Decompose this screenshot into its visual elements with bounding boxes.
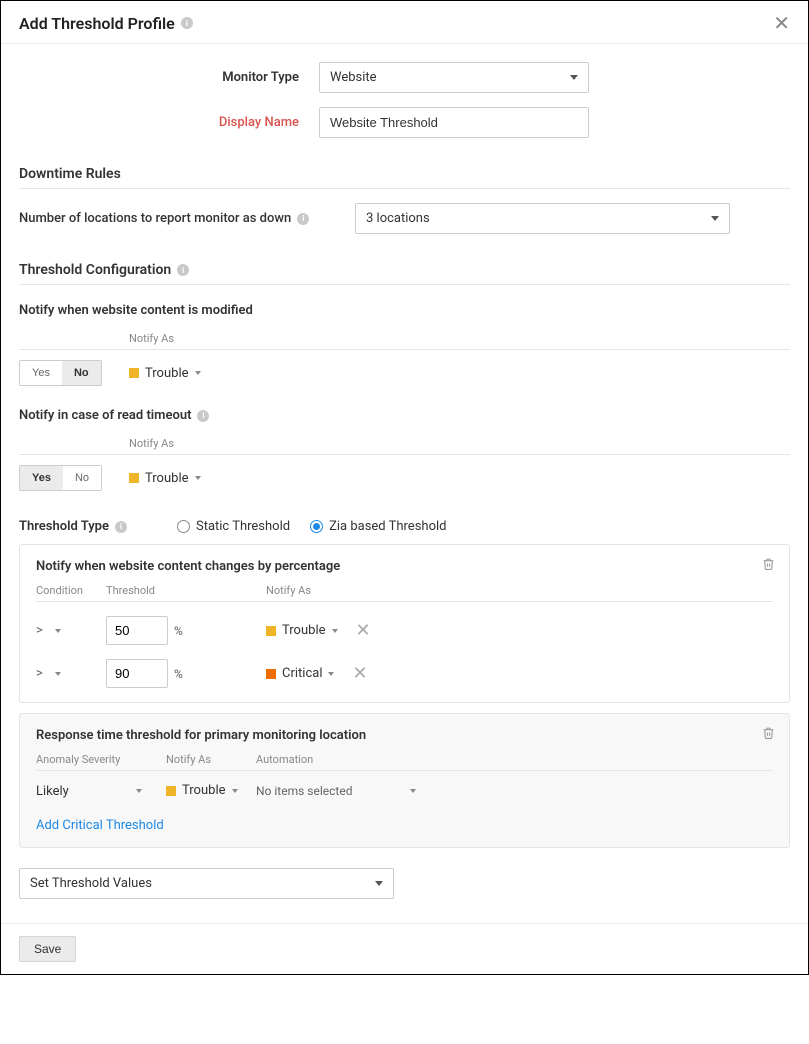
chevron-down-icon (195, 476, 201, 480)
automation-value: No items selected (256, 784, 352, 798)
chevron-down-icon (195, 371, 201, 375)
chevron-down-icon (332, 629, 338, 633)
unit-label: % (174, 667, 183, 681)
chevron-down-icon[interactable] (55, 672, 61, 676)
content-modified-notify-as[interactable]: Trouble (129, 366, 201, 381)
condition-header: Condition (36, 584, 106, 597)
zia-threshold-label: Zia based Threshold (329, 519, 446, 534)
content-modified-no[interactable]: No (62, 361, 101, 385)
info-icon[interactable]: i (181, 17, 193, 29)
monitor-type-value: Website (330, 70, 377, 85)
anomaly-severity-value: Likely (36, 784, 69, 799)
read-timeout-notify-as[interactable]: Trouble (129, 471, 201, 486)
content-modified-yes[interactable]: Yes (20, 361, 62, 385)
display-name-label: Display Name (19, 115, 319, 130)
threshold-value-input[interactable] (106, 659, 168, 688)
locations-down-label: Number of locations to report monitor as… (19, 211, 291, 226)
info-icon[interactable]: i (115, 521, 127, 533)
chevron-down-icon (328, 672, 334, 676)
monitor-type-label: Monitor Type (19, 70, 319, 85)
chevron-down-icon (375, 881, 383, 886)
remove-icon[interactable]: ✕ (356, 622, 371, 640)
condition-operator: > (36, 623, 43, 638)
downtime-rules-title: Downtime Rules (19, 166, 121, 182)
close-icon[interactable]: ✕ (773, 13, 790, 33)
read-timeout-label: Notify in case of read timeout (19, 408, 191, 423)
threshold-config-title: Threshold Configuration (19, 262, 171, 278)
severity-square-icon (129, 473, 139, 483)
content-change-title: Notify when website content changes by p… (36, 559, 773, 574)
severity-square-icon (266, 626, 276, 636)
content-change-panel: Notify when website content changes by p… (19, 544, 790, 703)
monitor-type-select[interactable]: Website (319, 62, 589, 93)
info-icon[interactable]: i (197, 410, 209, 422)
read-timeout-toggle[interactable]: Yes No (19, 465, 102, 491)
row-notify-as-text: Trouble (282, 623, 326, 638)
chevron-down-icon (232, 789, 238, 793)
chevron-down-icon (410, 789, 416, 793)
anomaly-severity-select[interactable]: Likely (36, 784, 166, 799)
dialog-header: Add Threshold Profile i ✕ (1, 1, 808, 44)
severity-square-icon (129, 368, 139, 378)
content-modified-notify-as-text: Trouble (145, 366, 189, 381)
display-name-input[interactable] (319, 107, 589, 138)
notify-as-header: Notify As (166, 753, 256, 766)
content-modified-toggle[interactable]: Yes No (19, 360, 102, 386)
dialog-title-text: Add Threshold Profile (19, 14, 175, 33)
locations-down-value: 3 locations (366, 211, 430, 226)
set-threshold-values-select[interactable]: Set Threshold Values (19, 868, 394, 899)
trash-icon[interactable] (762, 726, 775, 744)
severity-square-icon (166, 786, 176, 796)
chevron-down-icon (711, 216, 719, 221)
condition-row: > % Critical ✕ (36, 659, 773, 688)
add-critical-threshold-link[interactable]: Add Critical Threshold (36, 818, 164, 833)
response-time-panel: Response time threshold for primary moni… (19, 713, 790, 848)
response-notify-as-text: Trouble (182, 783, 226, 798)
threshold-header: Threshold (106, 584, 266, 597)
anomaly-header: Anomaly Severity (36, 753, 166, 766)
notify-as-header: Notify As (129, 332, 790, 345)
trash-icon[interactable] (762, 557, 775, 575)
threshold-config-section: Threshold Configuration i (19, 262, 790, 285)
chevron-down-icon (570, 75, 578, 80)
condition-row: > % Trouble ✕ (36, 616, 773, 645)
unit-label: % (174, 624, 183, 638)
info-icon[interactable]: i (177, 264, 189, 276)
notify-as-header: Notify As (129, 437, 790, 450)
automation-select[interactable]: No items selected (256, 784, 416, 798)
read-timeout-notify-as-text: Trouble (145, 471, 189, 486)
locations-down-select[interactable]: 3 locations (355, 203, 730, 234)
chevron-down-icon (136, 789, 142, 793)
row-notify-as[interactable]: Trouble (266, 623, 338, 638)
zia-threshold-radio[interactable]: Zia based Threshold (310, 519, 446, 534)
dialog-footer: Save (1, 923, 808, 974)
radio-icon (310, 520, 323, 533)
info-icon[interactable]: i (297, 213, 309, 225)
downtime-rules-section: Downtime Rules (19, 166, 790, 189)
notify-as-header: Notify As (266, 584, 773, 597)
read-timeout-yes[interactable]: Yes (20, 466, 63, 490)
response-notify-as[interactable]: Trouble (166, 783, 238, 798)
dialog-title: Add Threshold Profile i (19, 14, 193, 33)
radio-icon (177, 520, 190, 533)
automation-header: Automation (256, 753, 773, 766)
severity-square-icon (266, 669, 276, 679)
static-threshold-label: Static Threshold (196, 519, 290, 534)
static-threshold-radio[interactable]: Static Threshold (177, 519, 290, 534)
content-modified-label: Notify when website content is modified (19, 303, 790, 318)
threshold-value-input[interactable] (106, 616, 168, 645)
set-threshold-values-text: Set Threshold Values (30, 876, 152, 891)
chevron-down-icon[interactable] (55, 629, 61, 633)
row-notify-as-text: Critical (282, 666, 322, 681)
row-notify-as[interactable]: Critical (266, 666, 334, 681)
condition-operator: > (36, 666, 43, 681)
remove-icon[interactable]: ✕ (352, 665, 367, 683)
read-timeout-no[interactable]: No (63, 466, 101, 490)
response-time-title: Response time threshold for primary moni… (36, 728, 773, 743)
save-button[interactable]: Save (19, 936, 76, 962)
threshold-type-label: Threshold Type (19, 519, 109, 534)
